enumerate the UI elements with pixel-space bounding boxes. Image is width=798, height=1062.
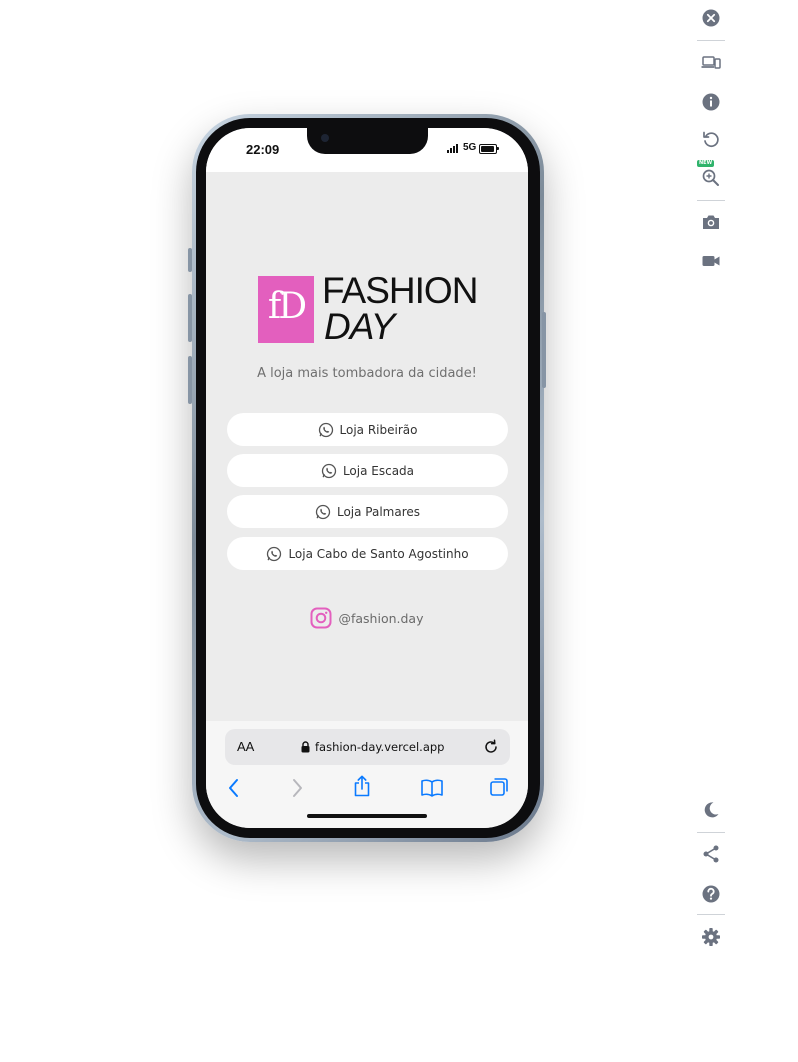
tabs-icon[interactable] bbox=[489, 777, 509, 797]
new-badge: NEW bbox=[697, 160, 715, 167]
close-icon[interactable] bbox=[701, 8, 721, 28]
network-type: 5G bbox=[463, 142, 477, 153]
store-button-label: Loja Ribeirão bbox=[339, 422, 418, 437]
signal-icon bbox=[447, 144, 458, 153]
instagram-handle: @fashion.day bbox=[338, 610, 424, 626]
reload-icon[interactable] bbox=[482, 738, 500, 756]
whatsapp-icon bbox=[318, 422, 333, 437]
logo-wordmark-line2: DAY bbox=[324, 306, 395, 347]
record-video-icon[interactable] bbox=[701, 251, 721, 271]
store-button-ribeirao[interactable]: Loja Ribeirão bbox=[227, 413, 508, 446]
phone-volume-up bbox=[188, 294, 192, 342]
devices-icon[interactable] bbox=[701, 53, 721, 73]
home-indicator bbox=[307, 814, 427, 818]
front-camera bbox=[321, 134, 329, 142]
store-button-label: Loja Escada bbox=[342, 463, 415, 478]
whatsapp-icon bbox=[267, 546, 282, 561]
instagram-icon bbox=[310, 607, 332, 629]
zoom-icon bbox=[702, 169, 719, 186]
share-icon[interactable] bbox=[352, 774, 372, 798]
tagline: A loja mais tombadora da cidade! bbox=[257, 366, 477, 381]
screenshot-icon[interactable] bbox=[701, 212, 721, 232]
store-button-label: Loja Cabo de Santo Agostinho bbox=[288, 546, 469, 561]
status-bar: 22:09 5G bbox=[206, 128, 528, 172]
dark-mode-icon[interactable] bbox=[701, 800, 721, 820]
store-button-label: Loja Palmares bbox=[336, 504, 421, 519]
phone-screen: 22:09 5G fD FASHION DAY A loja mais tomb… bbox=[206, 128, 528, 828]
battery-icon bbox=[479, 144, 497, 154]
whatsapp-icon bbox=[315, 504, 331, 519]
text-size-button[interactable]: AA bbox=[237, 739, 254, 754]
store-button-palmares[interactable]: Loja Palmares bbox=[227, 495, 508, 528]
status-time: 22:09 bbox=[246, 142, 280, 157]
battery-tip bbox=[497, 147, 499, 150]
logo-monogram: fD bbox=[267, 286, 307, 327]
sidebar-divider bbox=[697, 832, 725, 833]
settings-icon[interactable] bbox=[701, 927, 721, 947]
phone-power-button bbox=[542, 312, 546, 388]
instagram-link[interactable]: @fashion.day bbox=[206, 607, 528, 629]
whatsapp-icon bbox=[321, 463, 337, 478]
share-icon[interactable] bbox=[701, 844, 721, 864]
notch bbox=[307, 128, 428, 154]
zoom-button[interactable]: NEW bbox=[697, 160, 721, 188]
rotate-icon[interactable] bbox=[701, 130, 721, 150]
logo-monogram-box: fD bbox=[258, 276, 314, 343]
address-bar[interactable]: AA fashion-day.vercel.app bbox=[225, 729, 510, 765]
forward-icon[interactable] bbox=[289, 777, 305, 799]
phone-silent-switch bbox=[188, 248, 192, 272]
browser-chrome: AA fashion-day.vercel.app bbox=[206, 721, 528, 828]
bookmarks-icon[interactable] bbox=[420, 779, 444, 797]
help-icon[interactable] bbox=[701, 884, 721, 904]
store-button-escada[interactable]: Loja Escada bbox=[227, 454, 508, 487]
sidebar-divider bbox=[697, 40, 725, 41]
back-icon[interactable] bbox=[226, 777, 242, 799]
store-button-cabo-santo-agostinho[interactable]: Loja Cabo de Santo Agostinho bbox=[227, 537, 508, 570]
url-text: fashion-day.vercel.app bbox=[315, 740, 445, 754]
info-icon[interactable] bbox=[701, 92, 721, 112]
lock-icon bbox=[301, 741, 310, 753]
sidebar-divider bbox=[697, 914, 725, 915]
phone-volume-down bbox=[188, 356, 192, 404]
sidebar-divider bbox=[697, 200, 725, 201]
